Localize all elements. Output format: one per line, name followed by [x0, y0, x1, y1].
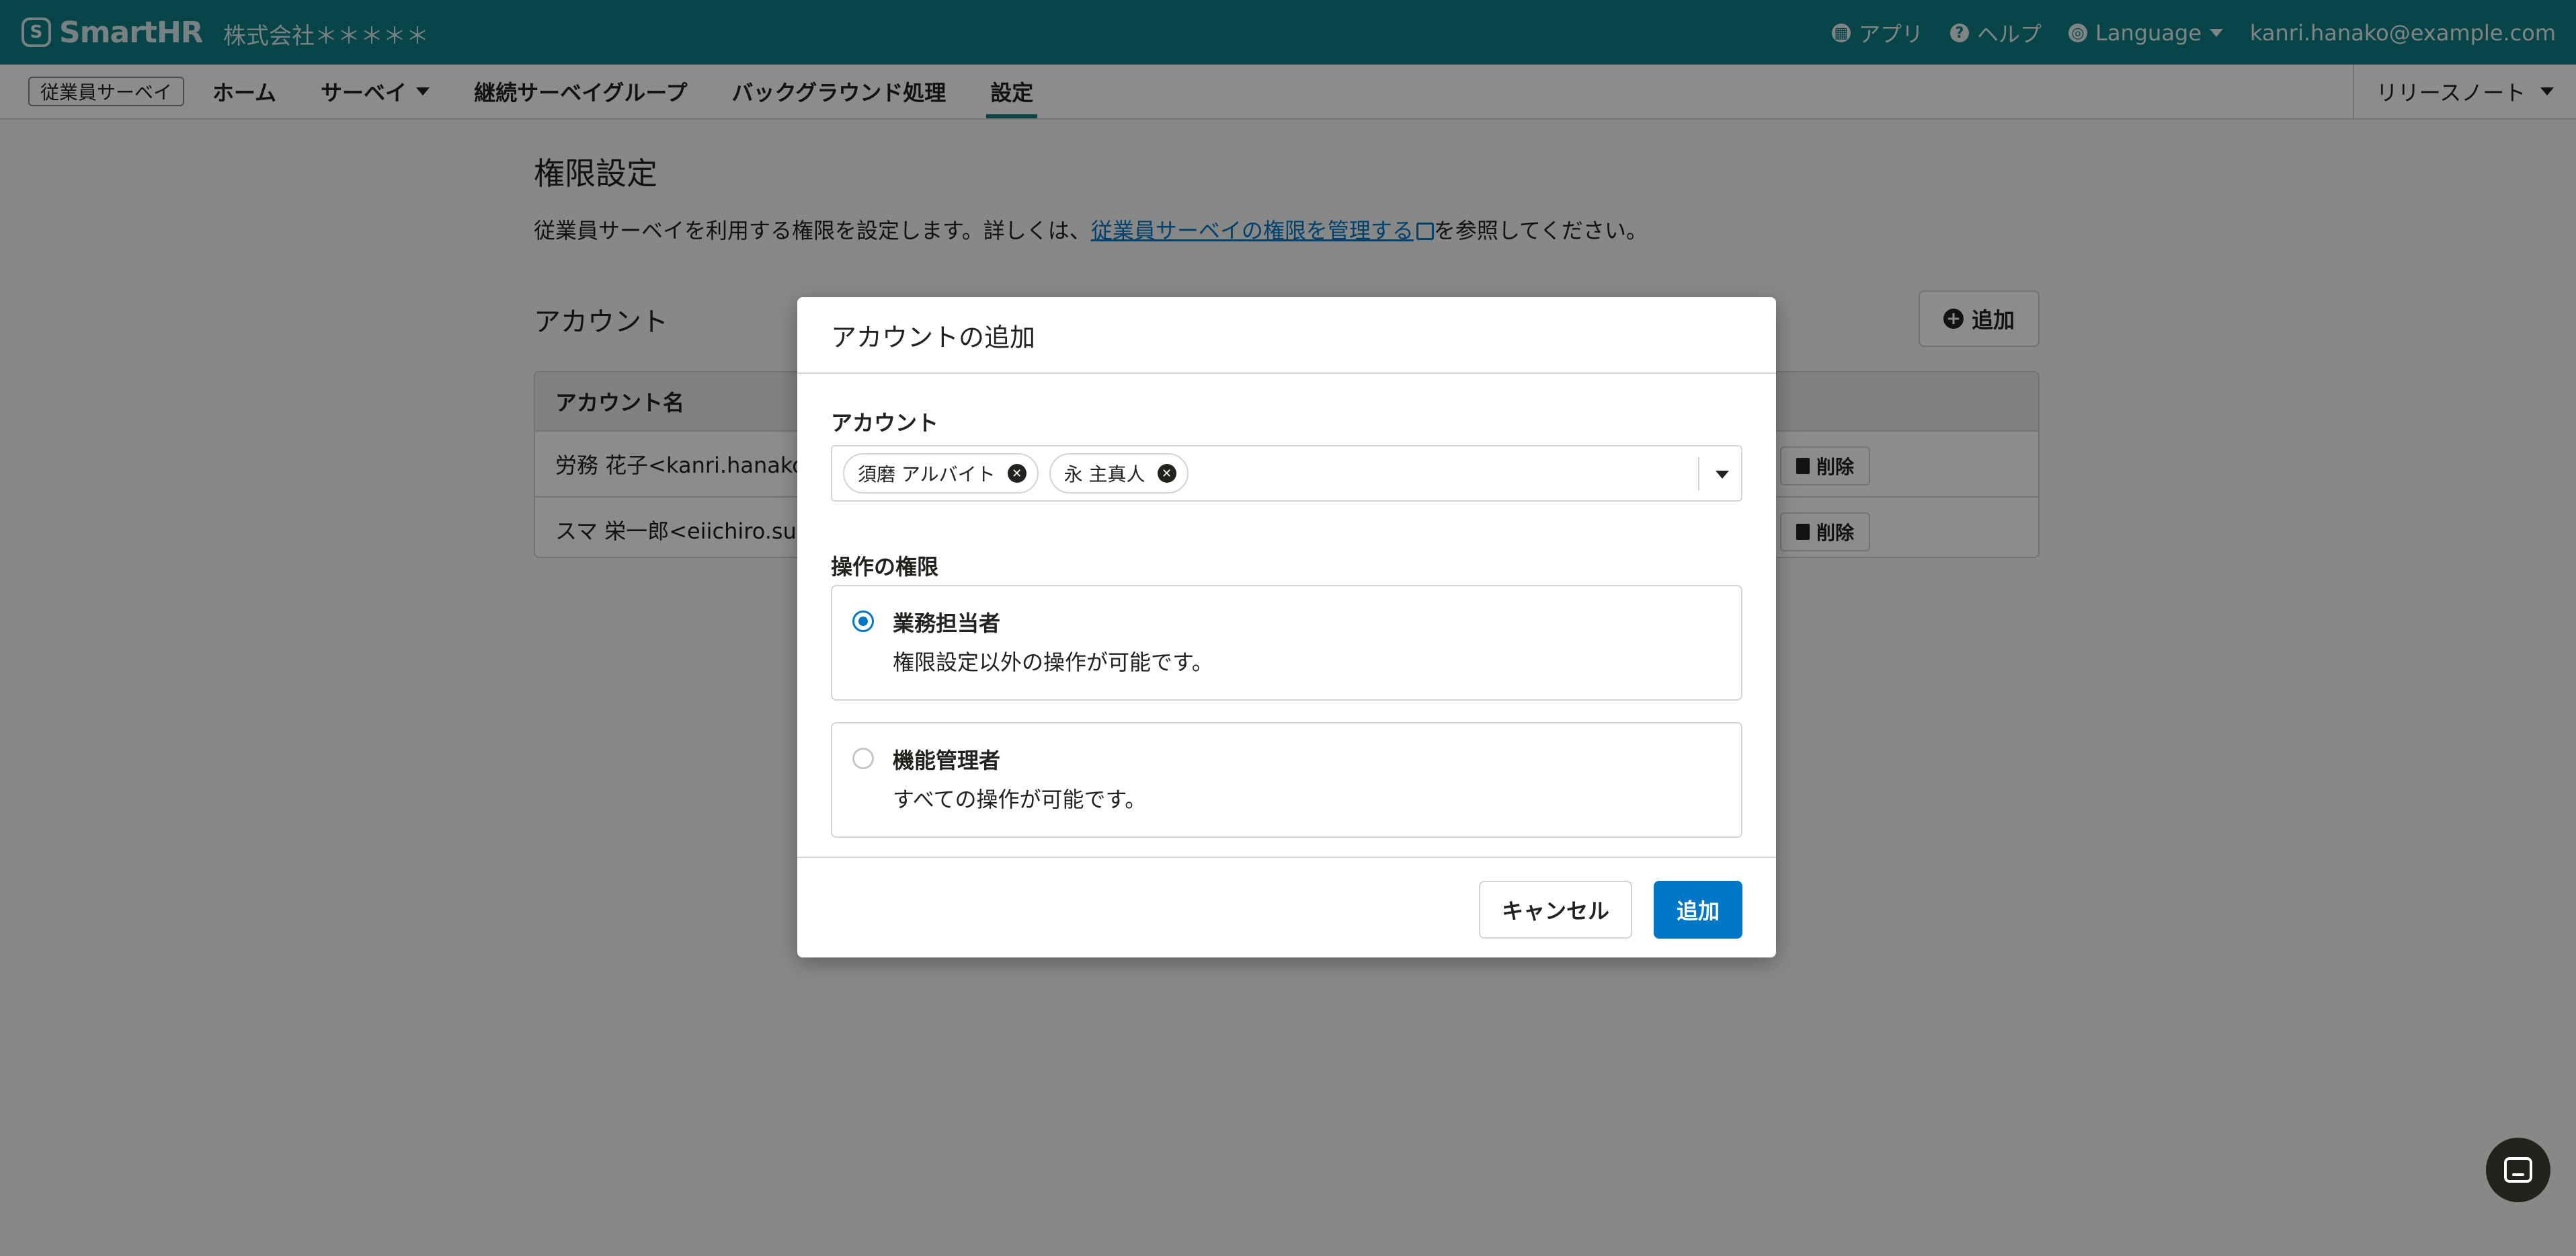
- option-description: すべての操作が可能です。: [893, 787, 1147, 812]
- permission-field-label: 操作の権限: [831, 554, 939, 580]
- permission-option-operator[interactable]: 業務担当者 権限設定以外の操作が可能です。: [831, 585, 1742, 701]
- chip-label: 須磨 アルバイト: [858, 463, 996, 485]
- option-description: 権限設定以外の操作が可能です。: [893, 650, 1213, 675]
- chat-launcher-button[interactable]: [2486, 1138, 2550, 1202]
- chevron-down-icon[interactable]: [1716, 471, 1729, 479]
- add-account-dialog: アカウントの追加 アカウント 須磨 アルバイト ✕ 永 主真人 ✕ 操作の権限 …: [797, 297, 1776, 957]
- remove-chip-icon[interactable]: ✕: [1157, 464, 1176, 483]
- option-title: 業務担当者: [893, 611, 1001, 636]
- radio-button-selected[interactable]: [852, 611, 874, 632]
- dialog-footer: キャンセル 追加: [797, 857, 1776, 957]
- remove-chip-icon[interactable]: ✕: [1007, 464, 1027, 483]
- selected-account-chip: 須磨 アルバイト ✕: [843, 453, 1039, 494]
- chat-icon: [2504, 1157, 2532, 1183]
- combobox-divider: [1698, 457, 1699, 491]
- permission-option-admin[interactable]: 機能管理者 すべての操作が可能です。: [831, 722, 1742, 838]
- submit-add-button[interactable]: 追加: [1654, 881, 1742, 939]
- account-multi-combobox[interactable]: 須磨 アルバイト ✕ 永 主真人 ✕: [831, 445, 1742, 502]
- selected-account-chip: 永 主真人 ✕: [1049, 453, 1189, 494]
- chip-label: 永 主真人: [1063, 463, 1145, 485]
- option-title: 機能管理者: [893, 748, 1001, 773]
- radio-button[interactable]: [852, 748, 874, 769]
- selected-chips: 須磨 アルバイト ✕ 永 主真人 ✕: [843, 453, 1189, 494]
- account-field-label: アカウント: [831, 410, 939, 436]
- dialog-title: アカウントの追加: [797, 297, 1776, 374]
- cancel-button[interactable]: キャンセル: [1479, 881, 1632, 939]
